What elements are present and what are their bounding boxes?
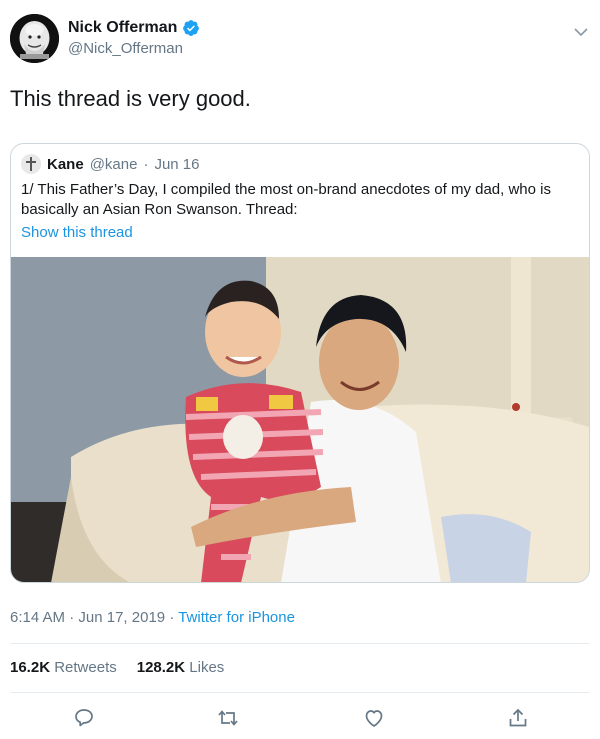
divider — [10, 692, 590, 693]
retweets-label: Retweets — [54, 659, 117, 676]
tweet-source[interactable]: Twitter for iPhone — [178, 609, 295, 626]
likes-count: 128.2K — [136, 659, 186, 676]
tweet-text: This thread is very good. — [10, 86, 251, 111]
retweet-icon[interactable] — [216, 706, 240, 730]
likes-label: Likes — [189, 659, 225, 676]
author-handle[interactable]: @Nick_Offerman — [68, 40, 200, 57]
retweets-stat[interactable]: 16.2K Retweets — [10, 659, 117, 676]
author-avatar[interactable] — [10, 14, 59, 63]
quoted-tweet-text: 1/ This Father’s Day, I compiled the mos… — [21, 181, 551, 218]
reply-icon[interactable] — [72, 706, 96, 730]
tweet-time[interactable]: 6:14 AM — [10, 609, 65, 626]
tweet-actions — [0, 702, 600, 734]
likes-stat[interactable]: 128.2K Likes — [137, 659, 225, 676]
divider — [10, 643, 590, 644]
retweets-count: 16.2K — [10, 659, 51, 676]
heart-icon[interactable] — [362, 706, 386, 730]
tweet-date[interactable]: Jun 17, 2019 — [78, 609, 165, 626]
chevron-down-icon[interactable] — [574, 24, 588, 37]
author-display-name[interactable]: Nick Offerman — [68, 19, 177, 37]
quoted-author-handle: @kane — [89, 155, 138, 173]
quoted-author-name: Kane — [47, 155, 84, 173]
father-holding-toddler-photo[interactable] — [11, 257, 589, 582]
share-icon[interactable] — [506, 706, 530, 730]
meta-separator: · — [69, 609, 75, 626]
quoted-tweet-card[interactable]: Kane @kane · Jun 16 1/ This Father’s Day… — [10, 143, 590, 583]
meta-separator-2: · — [169, 609, 175, 626]
tweet-meta: 6:14 AM · Jun 17, 2019 · Twitter for iPh… — [10, 609, 295, 626]
tweet-header: Nick Offerman @Nick_Offerman — [10, 14, 590, 64]
verified-badge-icon — [182, 19, 200, 37]
tweet-stats: 16.2K Retweets 128.2K Likes — [10, 659, 224, 676]
quoted-author-avatar[interactable] — [21, 154, 41, 174]
quoted-separator: · — [143, 155, 149, 173]
show-thread-link[interactable]: Show this thread — [21, 224, 133, 241]
quoted-date: Jun 16 — [154, 155, 200, 173]
